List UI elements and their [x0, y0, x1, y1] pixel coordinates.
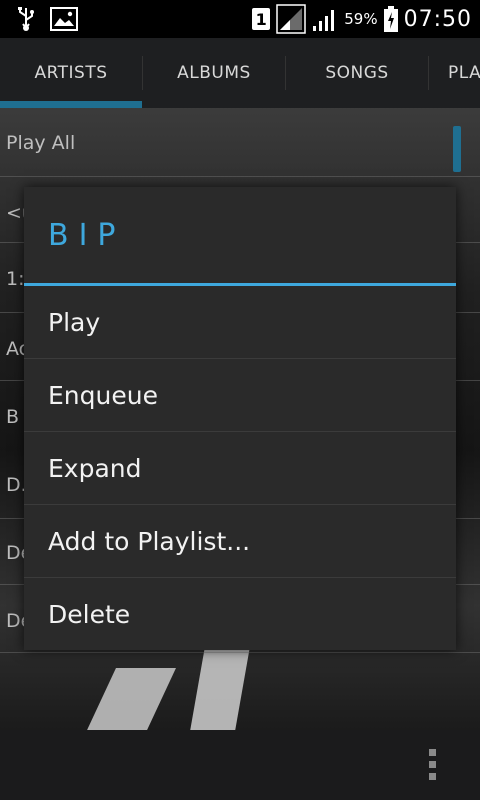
clock: 07:50: [403, 6, 472, 32]
overflow-menu-button[interactable]: [420, 744, 444, 784]
divider: [0, 652, 480, 653]
list-item[interactable]: 1:: [6, 268, 25, 290]
battery-icon: [383, 6, 398, 32]
sim-icon: 1: [252, 8, 271, 30]
background-decoration: [185, 648, 250, 730]
tab-artists[interactable]: ARTISTS: [0, 38, 142, 108]
signal-icon: [313, 10, 335, 31]
list-item[interactable]: B: [6, 406, 19, 428]
tab-albums[interactable]: ALBUMS: [143, 38, 285, 108]
menu-item-play[interactable]: Play: [24, 286, 456, 359]
image-icon: [50, 7, 78, 31]
divider: [0, 176, 480, 177]
menu-item-enqueue[interactable]: Enqueue: [24, 359, 456, 432]
overflow-menu-icon: [428, 760, 436, 768]
overflow-menu-icon: [428, 772, 436, 780]
signal-icon: [276, 4, 306, 34]
tab-indicator: [0, 101, 142, 108]
menu-item-expand[interactable]: Expand: [24, 432, 456, 505]
tab-songs[interactable]: SONGS: [286, 38, 428, 108]
menu-item-add-to-playlist[interactable]: Add to Playlist...: [24, 505, 456, 578]
usb-icon: [18, 7, 34, 31]
tab-separator: [428, 56, 429, 90]
battery-percent: 59%: [344, 10, 378, 28]
tab-playlists[interactable]: PLA: [448, 38, 480, 108]
bottom-action-bar: [0, 730, 480, 800]
menu-item-delete[interactable]: Delete: [24, 578, 456, 650]
status-bar: 1 59% 07:50: [0, 0, 480, 38]
background-decoration: [74, 668, 176, 730]
dialog-title: BIP: [48, 217, 126, 253]
tab-bar: ARTISTS ALBUMS SONGS PLA: [0, 38, 480, 108]
play-all-item[interactable]: Play All: [6, 132, 75, 154]
overflow-menu-icon: [428, 748, 436, 756]
scrollbar[interactable]: [453, 126, 461, 172]
context-menu-dialog: BIP Play Enqueue Expand Add to Playlist.…: [24, 187, 456, 650]
